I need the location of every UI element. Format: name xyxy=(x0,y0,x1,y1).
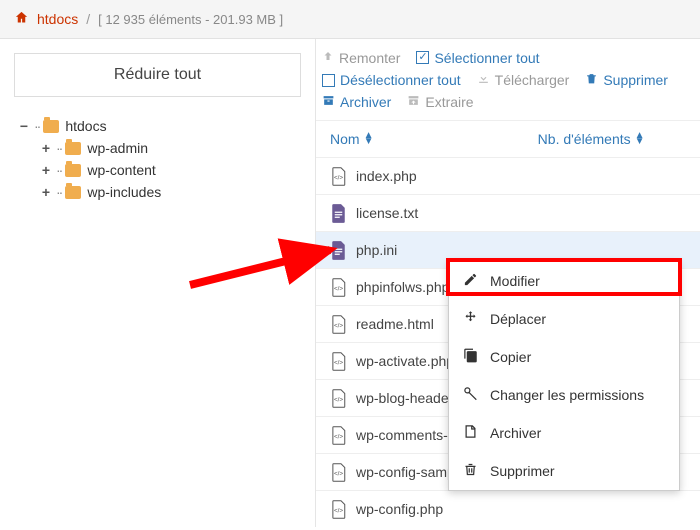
context-menu-move[interactable]: Déplacer xyxy=(449,300,679,338)
pencil-icon xyxy=(463,272,478,290)
breadcrumb-info: [ 12 935 éléments - 201.93 MB ] xyxy=(98,12,283,27)
sidebar: Réduire tout − ·· htdocs + ·· wp-admin +… xyxy=(0,39,315,527)
tree-node[interactable]: + ·· wp-admin xyxy=(40,137,297,159)
archive-button[interactable]: Archiver xyxy=(322,94,391,110)
tree-node-label: wp-admin xyxy=(87,140,148,156)
checkbox-checked-icon: ✓ xyxy=(416,51,429,64)
download-button[interactable]: Télécharger xyxy=(477,72,570,88)
sort-icon: ▲▼ xyxy=(635,133,645,145)
checkbox-empty-icon xyxy=(322,74,335,87)
context-menu-copy[interactable]: Copier xyxy=(449,338,679,376)
key-icon xyxy=(463,386,478,404)
download-icon xyxy=(477,72,490,88)
trash-icon xyxy=(585,72,598,88)
file-icon: </> xyxy=(330,499,346,519)
home-icon xyxy=(14,10,29,28)
file-icon: </> xyxy=(330,277,346,297)
tree-root-label: htdocs xyxy=(65,118,106,134)
breadcrumb-separator: / xyxy=(86,11,90,27)
file-name: phpinfolws.php xyxy=(356,279,449,295)
expand-icon[interactable]: + xyxy=(40,140,52,156)
file-icon: </> xyxy=(330,314,346,334)
arrow-up-icon xyxy=(322,49,334,66)
folder-tree: − ·· htdocs + ·· wp-admin + ·· wp-conten… xyxy=(14,109,301,209)
trash-icon xyxy=(463,462,478,480)
file-icon: </> xyxy=(330,425,346,445)
file-name: wp-activate.php xyxy=(356,353,454,369)
file-name: php.ini xyxy=(356,242,397,258)
file-icon: </> xyxy=(330,388,346,408)
expand-icon[interactable]: + xyxy=(40,162,52,178)
svg-text:</>: </> xyxy=(333,433,342,440)
file-row[interactable]: </> wp-config.php xyxy=(316,491,700,527)
context-menu: Modifier Déplacer Copier Changer les per… xyxy=(448,261,680,491)
archive-icon xyxy=(322,94,335,110)
folder-open-icon xyxy=(43,120,59,133)
tree-node-label: wp-content xyxy=(87,162,155,178)
table-header: Nom ▲▼ Nb. d'éléments ▲▼ xyxy=(316,121,700,158)
file-name: license.txt xyxy=(356,205,418,221)
folder-icon xyxy=(65,142,81,155)
select-all-button[interactable]: ✓ Sélectionner tout xyxy=(416,50,539,66)
svg-text:</>: </> xyxy=(333,174,342,181)
file-row[interactable]: </> index.php xyxy=(316,158,700,195)
delete-button[interactable]: Supprimer xyxy=(585,72,668,88)
tree-node[interactable]: + ·· wp-content xyxy=(40,159,297,181)
go-up-button[interactable]: Remonter xyxy=(322,49,400,66)
expand-icon[interactable]: + xyxy=(40,184,52,200)
deselect-all-button[interactable]: Désélectionner tout xyxy=(322,72,461,88)
file-icon: </> xyxy=(330,351,346,371)
file-icon: </> xyxy=(330,462,346,482)
file-name: wp-config.php xyxy=(356,501,443,517)
sort-icon: ▲▼ xyxy=(364,133,374,145)
breadcrumb: htdocs / [ 12 935 éléments - 201.93 MB ] xyxy=(0,0,700,39)
file-name: index.php xyxy=(356,168,417,184)
context-menu-archive[interactable]: Archiver xyxy=(449,414,679,452)
tree-node[interactable]: + ·· wp-includes xyxy=(40,181,297,203)
extract-button[interactable]: Extraire xyxy=(407,94,473,110)
archive-icon xyxy=(463,424,478,442)
file-name: readme.html xyxy=(356,316,434,332)
folder-icon xyxy=(65,164,81,177)
breadcrumb-root[interactable]: htdocs xyxy=(37,11,78,27)
copy-icon xyxy=(463,348,478,366)
folder-icon xyxy=(65,186,81,199)
tree-node-label: wp-includes xyxy=(87,184,161,200)
tree-root[interactable]: − ·· htdocs xyxy=(18,115,297,137)
svg-text:</>: </> xyxy=(333,285,342,292)
context-menu-delete[interactable]: Supprimer xyxy=(449,452,679,490)
svg-text:</>: </> xyxy=(333,359,342,366)
file-icon: </> xyxy=(330,166,346,186)
toolbar: Remonter ✓ Sélectionner tout Désélection… xyxy=(316,39,700,121)
collapse-all-button[interactable]: Réduire tout xyxy=(14,53,301,97)
svg-text:</>: </> xyxy=(333,322,342,329)
svg-text:</>: </> xyxy=(333,470,342,477)
file-row[interactable]: license.txt xyxy=(316,195,700,232)
move-icon xyxy=(463,310,478,328)
context-menu-permissions[interactable]: Changer les permissions xyxy=(449,376,679,414)
svg-text:</>: </> xyxy=(333,507,342,514)
extract-icon xyxy=(407,94,420,110)
file-icon xyxy=(330,203,346,223)
collapse-icon[interactable]: − xyxy=(18,118,30,134)
column-count[interactable]: Nb. d'éléments ▲▼ xyxy=(538,131,686,147)
file-icon xyxy=(330,240,346,260)
context-menu-edit[interactable]: Modifier xyxy=(449,262,679,300)
svg-text:</>: </> xyxy=(333,396,342,403)
column-name[interactable]: Nom ▲▼ xyxy=(330,131,538,147)
